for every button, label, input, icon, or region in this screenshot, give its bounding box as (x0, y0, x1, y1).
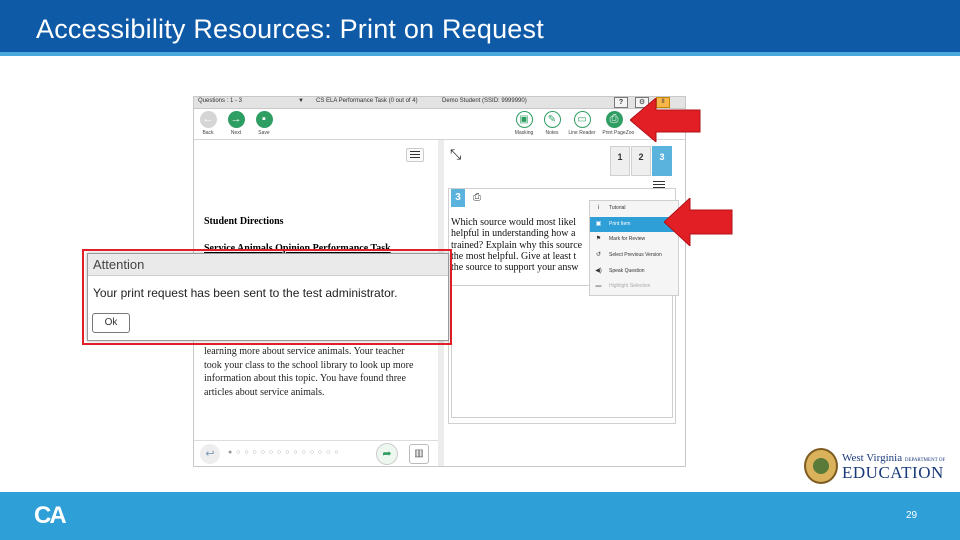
save-button[interactable]: ▪ Save (249, 111, 279, 136)
printer-icon: ⎙ (605, 111, 623, 128)
next-page-icon[interactable]: ➦ (376, 443, 398, 465)
flag-icon: ⚑ (595, 236, 602, 243)
menu-item-label: Highlight Selection (609, 283, 651, 290)
page-indicator-dots: ● ○ ○ ○ ○ ○ ○ ○ ○ ○ ○ ○ ○ ○ (228, 449, 340, 456)
test-toolbar: ← Back → Next ▪ Save ▣ Masking ✎ Notes ▭… (194, 109, 685, 140)
help-button[interactable]: ? (614, 97, 628, 108)
page-number: 29 (906, 510, 918, 521)
expand-icon[interactable]: ⤡ (450, 146, 461, 163)
back-label: Back (202, 130, 214, 136)
tab-question-2[interactable]: 2 (631, 146, 651, 176)
masking-label: Masking (514, 130, 534, 136)
directions-body: learning more about service animals. You… (204, 346, 414, 398)
menu-item-label: Select Previous Version (609, 252, 662, 259)
questions-dropdown[interactable]: Questions : 1 - 3 (198, 98, 242, 104)
highlighter-icon: ▬ (595, 283, 602, 290)
question-line: the most helpful. Give at least t (451, 250, 577, 262)
passage-menu-icon[interactable] (406, 148, 424, 162)
question-line: trained? Explain why this source (451, 239, 583, 251)
print-item-icon: ▣ (595, 220, 602, 227)
menu-item-select-previous-version[interactable]: ↺ Select Previous Version (590, 248, 678, 264)
masking-button[interactable]: ▣ Masking (509, 111, 539, 136)
previous-page-icon[interactable]: ↩ (200, 444, 220, 464)
save-icon: ▪ (255, 111, 273, 128)
notes-label: Notes (545, 130, 559, 136)
next-arrow-icon: → (227, 111, 245, 128)
slide-title: Accessibility Resources: Print on Reques… (36, 14, 544, 44)
line-reader-label: Line Reader (568, 130, 596, 136)
arrow-print-item-icon (664, 198, 733, 246)
answer-field[interactable] (451, 285, 673, 418)
tab-question-1[interactable]: 1 (610, 146, 630, 176)
next-button[interactable]: → Next (221, 111, 251, 136)
notes-icon: ✎ (543, 111, 561, 128)
menu-item-label: Speak Question (609, 267, 645, 274)
notes-button[interactable]: ✎ Notes (537, 111, 567, 136)
passage-bottom-bar: ↩ ● ○ ○ ○ ○ ○ ○ ○ ○ ○ ○ ○ ○ ○ ➦ ▥ (194, 440, 438, 466)
caret-down-icon[interactable]: ▼ (298, 98, 304, 104)
info-icon: i (597, 205, 600, 211)
book-icon[interactable]: ▥ (409, 444, 429, 464)
menu-item-speak-question[interactable]: ◀) Speak Question (590, 264, 678, 280)
menu-item-label: Mark for Review (609, 236, 646, 243)
attention-dialog: Attention Your print request has been se… (87, 253, 449, 341)
back-button[interactable]: ← Back (194, 111, 223, 136)
next-label: Next (230, 130, 242, 136)
dialog-title: Attention (88, 254, 448, 276)
line-reader-button[interactable]: ▭ Line Reader (567, 111, 597, 136)
menu-item-label: Tutorial (609, 205, 626, 211)
save-label: Save (258, 130, 270, 136)
tab-question-3[interactable]: 3 (652, 146, 672, 176)
header-rule (0, 52, 960, 56)
menu-item-label: Print Item (609, 220, 631, 227)
wv-education-logo: West Virginia DEPARTMENT OF EDUCATION (804, 448, 960, 488)
back-arrow-icon: ← (199, 111, 217, 128)
slide-header: Accessibility Resources: Print on Reques… (0, 0, 960, 52)
question-line: Which source would most likel (451, 217, 576, 228)
line-reader-icon: ▭ (573, 111, 591, 128)
menu-item-highlight-selection: ▬ Highlight Selection (590, 279, 678, 295)
arrow-print-page-icon (630, 98, 701, 142)
masking-icon: ▣ (515, 111, 533, 128)
speaker-icon: ◀) (595, 267, 602, 274)
question-line: the source to support your answ (451, 262, 579, 274)
state-seal-icon (804, 448, 838, 484)
test-topbar: Questions : 1 - 3 ▼ CS ELA Performance T… (194, 97, 685, 109)
student-name: Demo Student (SSID: 9999990) (442, 98, 527, 104)
question-pane: ⤡ 1 2 3 3 ⎙ Which source would most like… (444, 140, 685, 466)
logo-line-2: EDUCATION (842, 463, 944, 482)
question-number: 3 (451, 189, 465, 207)
ca-logo: CA (34, 502, 67, 529)
question-line: helpful in understanding how a (451, 228, 576, 240)
history-icon: ↺ (595, 252, 602, 259)
slide-footer: CA 29 (0, 492, 960, 540)
ok-button[interactable]: Ok (92, 313, 130, 333)
dialog-message: Your print request has been sent to the … (93, 286, 398, 300)
directions-heading: Student Directions (204, 216, 284, 227)
question-text: Which source would most likel helpful in… (451, 217, 591, 273)
test-name: CS ELA Performance Task (0 out of 4) (316, 98, 418, 104)
print-icon[interactable]: ⎙ (473, 192, 481, 203)
